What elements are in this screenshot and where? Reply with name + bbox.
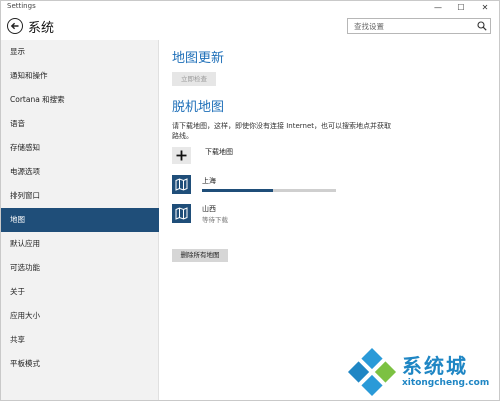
download-progress-fill [202,189,274,192]
sidebar-item-snap[interactable]: 排列窗口 [1,184,159,208]
download-progress-bar [202,189,336,192]
sidebar-item-cortana[interactable]: Cortana 和搜索 [1,88,159,112]
offline-maps-description: 请下载地图，这样，即使你没有连接 Internet，也可以搜索地点并获取路线。 [172,122,392,140]
map-status: 等待下载 [202,216,228,224]
map-item-shanxi[interactable] [172,204,191,223]
watermark-url: xitongcheng.com [402,378,490,388]
settings-window: Settings — ☐ ✕ 系统 查找设置 显示 通知和操作 Cortana … [0,0,500,401]
diamond-logo-icon [347,347,397,397]
map-update-heading: 地图更新 [172,51,225,66]
window-title: Settings [7,2,36,10]
close-button[interactable]: ✕ [474,1,496,14]
back-arrow-icon [10,22,19,30]
map-name: 上海 [202,177,216,185]
title-bar: Settings — ☐ ✕ [1,1,499,14]
sidebar-item-optional-features[interactable]: 可选功能 [1,256,159,280]
sidebar-item-storage[interactable]: 存储感知 [1,136,159,160]
settings-sidebar: 显示 通知和操作 Cortana 和搜索 语音 存储感知 电源选项 排列窗口 地… [1,40,159,400]
map-name: 山西 [202,205,216,213]
minimize-button[interactable]: — [427,1,449,14]
back-button[interactable] [7,18,23,34]
download-maps-button[interactable] [172,147,191,164]
offline-maps-heading: 脱机地图 [172,100,225,115]
sidebar-item-maps[interactable]: 地图 [1,208,159,232]
sidebar-item-default-apps[interactable]: 默认应用 [1,232,159,256]
sidebar-item-share[interactable]: 共享 [1,328,159,352]
sidebar-item-app-sizes[interactable]: 应用大小 [1,304,159,328]
sidebar-item-about[interactable]: 关于 [1,280,159,304]
settings-header: 系统 查找设置 [1,14,499,40]
search-placeholder: 查找设置 [354,22,384,31]
sidebar-item-tablet-mode[interactable]: 平板模式 [1,352,159,376]
maximize-button[interactable]: ☐ [450,1,472,14]
search-icon[interactable] [477,21,487,31]
map-icon [175,207,188,220]
check-now-button[interactable]: 立即检查 [172,72,216,86]
plus-icon [176,150,187,161]
sidebar-item-notifications[interactable]: 通知和操作 [1,64,159,88]
map-item-shanghai[interactable] [172,175,191,194]
sidebar-item-speech[interactable]: 语音 [1,112,159,136]
search-input[interactable]: 查找设置 [347,18,491,34]
download-maps-label[interactable]: 下载地图 [205,147,233,157]
sidebar-item-display[interactable]: 显示 [1,40,159,64]
watermark-text: 系统城 [402,354,468,378]
map-icon [175,178,188,191]
sidebar-item-power[interactable]: 电源选项 [1,160,159,184]
watermark-logo: 系统城 xitongcheng.com [346,346,496,398]
delete-all-maps-button[interactable]: 删除所有地图 [172,249,228,262]
page-title: 系统 [28,21,55,36]
